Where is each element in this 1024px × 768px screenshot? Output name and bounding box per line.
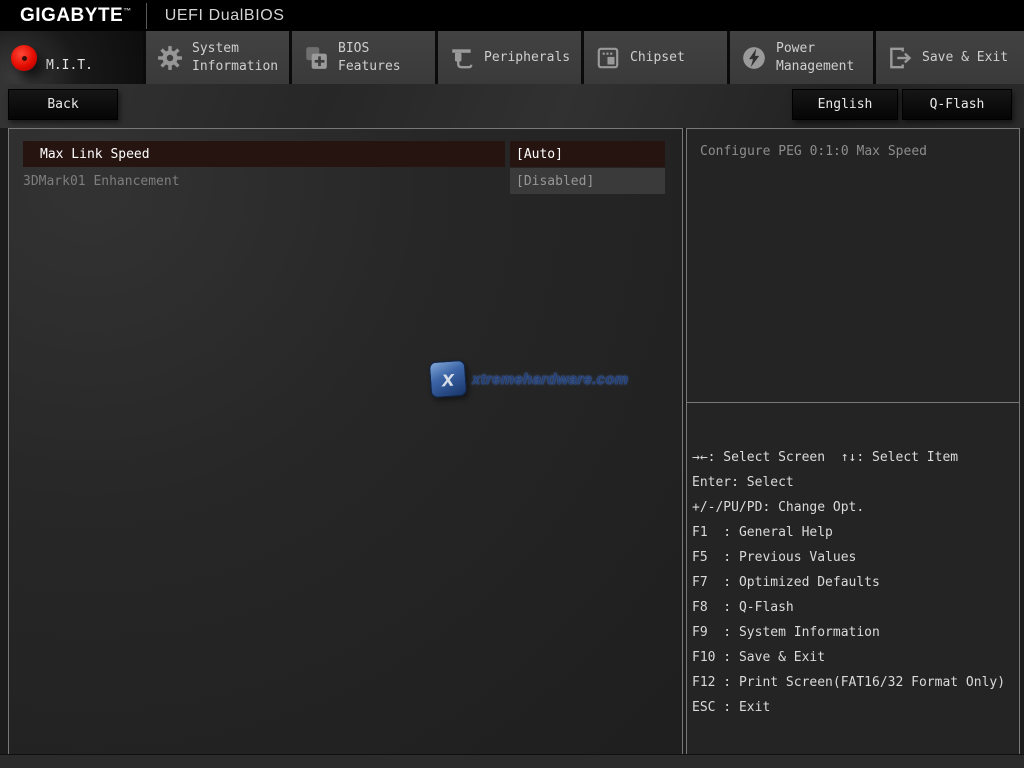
item-help-text: Configure PEG 0:1:0 Max Speed: [687, 129, 1019, 403]
tab-system-information[interactable]: System Information: [146, 31, 292, 84]
tab-label: M.I.T.: [46, 57, 93, 75]
peripherals-icon: [448, 44, 476, 72]
back-button[interactable]: Back: [8, 89, 118, 120]
gear-icon: [156, 44, 184, 72]
watermark: x xtremehardware.com: [430, 361, 628, 397]
tab-chipset[interactable]: Chipset: [584, 31, 730, 84]
topbar-divider: [146, 3, 147, 29]
tab-label: BIOS Features: [338, 40, 435, 75]
key-legend: →←: Select Screen ↑↓: Select Item Enter:…: [687, 403, 1019, 754]
key-hint: →←: Select Screen ↑↓: Select Item: [692, 445, 1015, 470]
setting-row-3dmark01-enhancement[interactable]: 3DMark01 Enhancement [Disabled]: [23, 168, 665, 194]
tab-label: System Information: [192, 40, 289, 75]
setting-label: Max Link Speed: [23, 141, 505, 167]
gigabyte-logo: GIGABYTE™: [20, 5, 132, 27]
tab-bios-features[interactable]: BIOS Features: [292, 31, 438, 84]
bottom-strip: [0, 754, 1024, 768]
toolbar-row: Back English Q-Flash: [0, 84, 1024, 128]
watermark-text: xtremehardware.com: [472, 371, 628, 388]
tab-peripherals[interactable]: Peripherals: [438, 31, 584, 84]
power-bolt-icon: [740, 44, 768, 72]
settings-list: Max Link Speed [Auto] 3DMark01 Enhanceme…: [9, 129, 682, 194]
key-hint: F9 : System Information: [692, 620, 1015, 645]
bios-chip-icon: [302, 44, 330, 72]
key-hint: F12 : Print Screen(FAT16/32 Format Only): [692, 670, 1015, 695]
settings-panel: Max Link Speed [Auto] 3DMark01 Enhanceme…: [8, 128, 683, 755]
key-hint: F8 : Q-Flash: [692, 595, 1015, 620]
key-hint: F7 : Optimized Defaults: [692, 570, 1015, 595]
tab-label: Power Management: [776, 40, 873, 75]
setting-value[interactable]: [Auto]: [510, 141, 665, 167]
tab-power-management[interactable]: Power Management: [730, 31, 876, 84]
key-hint: F10 : Save & Exit: [692, 645, 1015, 670]
chipset-icon: [594, 44, 622, 72]
xtremehardware-logo-icon: x: [429, 360, 467, 398]
setting-row-max-link-speed[interactable]: Max Link Speed [Auto]: [23, 141, 665, 167]
key-hint: F1 : General Help: [692, 520, 1015, 545]
main-panels: Max Link Speed [Auto] 3DMark01 Enhanceme…: [8, 128, 1020, 755]
key-hint: ESC : Exit: [692, 695, 1015, 720]
key-hint: +/-/PU/PD: Change Opt.: [692, 495, 1015, 520]
tab-label: Peripherals: [484, 49, 570, 67]
trademark-symbol: ™: [123, 6, 132, 15]
tab-mit[interactable]: M.I.T.: [0, 31, 146, 84]
help-panel: Configure PEG 0:1:0 Max Speed →←: Select…: [686, 128, 1020, 755]
tab-label: Save & Exit: [922, 49, 1008, 67]
setting-value[interactable]: [Disabled]: [510, 168, 665, 194]
tab-save-exit[interactable]: Save & Exit: [876, 31, 1024, 84]
language-button[interactable]: English: [792, 89, 898, 120]
key-hint: Enter: Select: [692, 470, 1015, 495]
top-bar: GIGABYTE™ UEFI DualBIOS: [0, 0, 1024, 31]
mit-disc-icon: [10, 44, 38, 72]
key-hint: F5 : Previous Values: [692, 545, 1015, 570]
qflash-button[interactable]: Q-Flash: [902, 89, 1012, 120]
bios-title: UEFI DualBIOS: [165, 7, 285, 25]
exit-door-icon: [886, 44, 914, 72]
tab-bar: M.I.T.: [0, 31, 1024, 84]
setting-label: 3DMark01 Enhancement: [23, 168, 505, 194]
tab-label: Chipset: [630, 49, 685, 67]
bios-screen: GIGABYTE™ UEFI DualBIOS M.I.T.: [0, 0, 1024, 768]
